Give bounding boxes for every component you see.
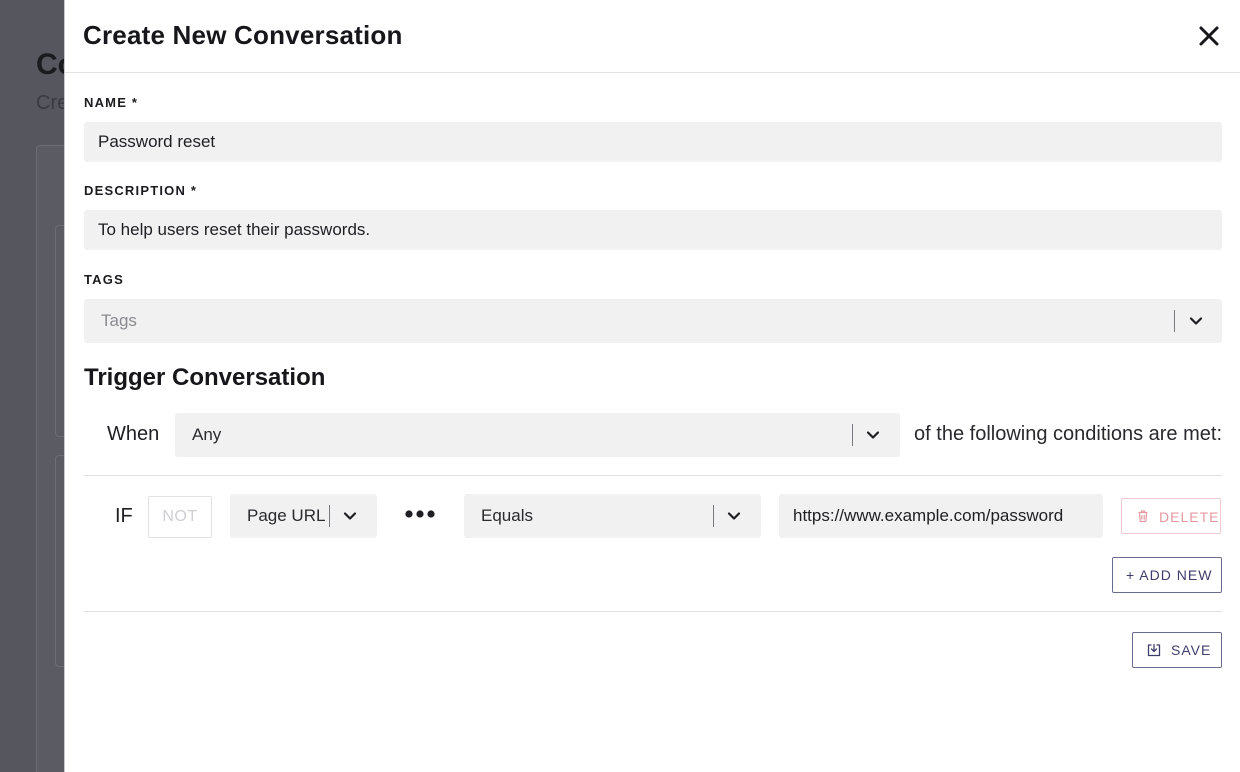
name-input[interactable]: Password reset bbox=[84, 122, 1222, 162]
delete-rule-button[interactable]: DELETE bbox=[1121, 498, 1221, 534]
trash-icon bbox=[1138, 510, 1148, 523]
close-icon bbox=[1199, 26, 1219, 46]
rule-field-value: Page URL bbox=[247, 506, 326, 525]
chevron-down-icon bbox=[1189, 317, 1203, 325]
select-separator bbox=[713, 505, 714, 527]
match-type-select[interactable]: Any bbox=[175, 413, 900, 457]
more-options-icon[interactable] bbox=[404, 501, 436, 527]
divider bbox=[84, 611, 1222, 612]
match-type-value: Any bbox=[192, 425, 222, 444]
save-label: SAVE bbox=[1171, 642, 1212, 658]
background-panel bbox=[55, 455, 64, 667]
tags-placeholder: Tags bbox=[101, 311, 137, 330]
close-button[interactable] bbox=[1195, 22, 1223, 50]
rule-operator-select[interactable]: Equals bbox=[464, 494, 761, 538]
name-label: NAME * bbox=[84, 95, 139, 110]
if-label: IF bbox=[115, 505, 133, 527]
add-new-condition-button[interactable]: + ADD NEW bbox=[1112, 557, 1222, 593]
background-page: Co Cre bbox=[0, 0, 64, 772]
save-icon bbox=[1147, 643, 1161, 657]
description-label: DESCRIPTION * bbox=[84, 183, 198, 198]
select-separator bbox=[329, 505, 330, 527]
chevron-down-icon bbox=[343, 512, 357, 520]
tags-select[interactable]: Tags bbox=[84, 299, 1222, 343]
create-conversation-modal: Create New Conversation NAME * Password … bbox=[64, 0, 1240, 772]
conditions-text: of the following conditions are met: bbox=[914, 423, 1222, 445]
delete-rule-label: DELETE bbox=[1159, 509, 1220, 525]
background-panel bbox=[55, 225, 64, 437]
trigger-section-title: Trigger Conversation bbox=[84, 364, 326, 391]
rule-field-select[interactable]: Page URL bbox=[230, 494, 377, 538]
chevron-down-icon bbox=[866, 431, 880, 439]
background-page-subtitle: Cre bbox=[36, 92, 64, 114]
modal-header: Create New Conversation bbox=[65, 0, 1240, 73]
add-new-label: + ADD NEW bbox=[1126, 567, 1213, 583]
tags-label: TAGS bbox=[84, 272, 124, 287]
chevron-down-icon bbox=[727, 512, 741, 520]
select-separator bbox=[1174, 310, 1175, 332]
not-toggle-button[interactable]: NOT bbox=[148, 496, 212, 538]
rule-operator-value: Equals bbox=[481, 506, 533, 525]
when-label: When bbox=[107, 423, 160, 445]
save-button[interactable]: SAVE bbox=[1132, 632, 1222, 668]
select-separator bbox=[852, 424, 853, 446]
description-input[interactable]: To help users reset their passwords. bbox=[84, 210, 1222, 250]
background-page-title: Co bbox=[36, 48, 64, 81]
rule-value-input[interactable]: https://www.example.com/password bbox=[779, 494, 1103, 538]
divider bbox=[84, 475, 1222, 476]
modal-title: Create New Conversation bbox=[83, 20, 403, 50]
